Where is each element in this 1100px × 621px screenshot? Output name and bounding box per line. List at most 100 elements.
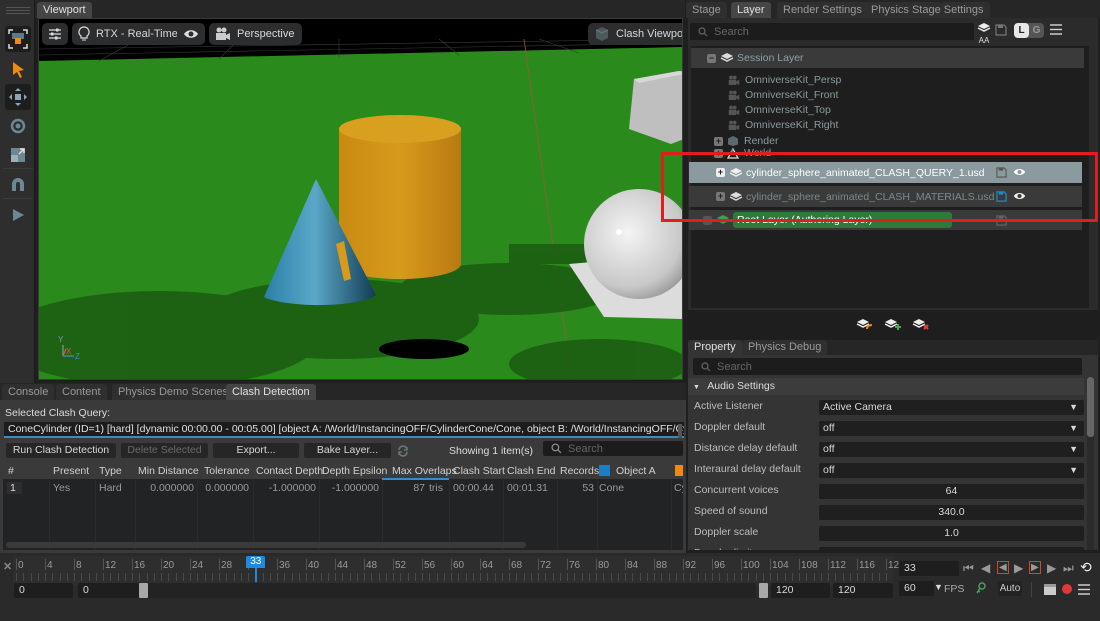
toolbar-grip[interactable] bbox=[6, 7, 30, 8]
toggle-global[interactable]: G bbox=[1029, 23, 1044, 38]
collapse-icon[interactable]: − bbox=[707, 53, 716, 63]
fps-field[interactable]: 60 bbox=[899, 581, 934, 596]
column-header-tolerance[interactable]: Tolerance bbox=[204, 465, 250, 477]
tab-physics-stage-settings[interactable]: Physics Stage Settings bbox=[865, 2, 990, 18]
loop-icon[interactable]: ⟲ bbox=[1080, 559, 1092, 576]
column-header-num[interactable]: # bbox=[8, 465, 14, 477]
column-header-records[interactable]: Records bbox=[560, 465, 599, 477]
property-scrollbar[interactable] bbox=[1087, 377, 1094, 550]
layer-options-button[interactable] bbox=[1050, 24, 1062, 38]
column-header-contact-depth[interactable]: Contact Depth bbox=[256, 465, 323, 477]
concurrent-voices-field[interactable]: 64 bbox=[819, 484, 1084, 499]
select-mode-button[interactable] bbox=[5, 26, 31, 52]
layer-row-world[interactable]: + World bbox=[691, 146, 771, 160]
distance-delay-dropdown[interactable]: off ▼ bbox=[819, 442, 1084, 457]
column-header-clash-start[interactable]: Clash Start bbox=[453, 465, 505, 477]
audio-settings-section-header[interactable]: ▼ Audio Settings bbox=[688, 378, 1084, 395]
step-forward-icon[interactable]: ▶ bbox=[1047, 561, 1056, 575]
playhead[interactable]: 33 bbox=[246, 556, 266, 568]
layer-search-input[interactable]: Search bbox=[690, 23, 974, 40]
auto-authoring-button[interactable]: AA bbox=[977, 22, 991, 45]
doppler-scale-field[interactable]: 1.0 bbox=[819, 526, 1084, 541]
save-icon[interactable] bbox=[996, 215, 1007, 226]
end-inner-field[interactable]: 120 bbox=[771, 583, 830, 598]
end-time-field[interactable]: 120 bbox=[833, 583, 893, 598]
property-search-input[interactable]: Search bbox=[693, 358, 1082, 375]
go-to-start-icon[interactable]: ⏮ bbox=[963, 561, 974, 576]
tab-physics-debug[interactable]: Physics Debug bbox=[742, 340, 828, 355]
expand-icon[interactable]: + bbox=[716, 168, 725, 177]
column-header-clash-end[interactable]: Clash End bbox=[507, 465, 555, 477]
clash-viewport-button[interactable]: Clash Viewport bbox=[588, 23, 682, 45]
add-layer-icon[interactable] bbox=[884, 317, 902, 331]
play-backward-icon[interactable]: ◀ bbox=[997, 561, 1009, 574]
column-header-present[interactable]: Present bbox=[53, 465, 89, 477]
run-clash-detection-button[interactable]: Run Clash Detection bbox=[6, 443, 116, 458]
active-listener-dropdown[interactable]: Active Camera ▼ bbox=[819, 400, 1084, 415]
play-tool-button[interactable] bbox=[5, 202, 31, 228]
record-icon[interactable] bbox=[1061, 583, 1073, 595]
play-forward-icon[interactable]: ▶ bbox=[1029, 561, 1041, 574]
doppler-limit-field[interactable] bbox=[819, 547, 1084, 550]
scrollbar-thumb[interactable] bbox=[1087, 377, 1094, 437]
local-global-toggle[interactable]: L G bbox=[1014, 23, 1044, 38]
layer-row-root[interactable]: Root Layer (Authoring Layer) bbox=[689, 210, 1082, 230]
column-header-object-a[interactable]: Object A bbox=[616, 465, 656, 477]
fps-dropdown-arrow-icon[interactable]: ▼ bbox=[934, 582, 943, 592]
auto-key-button[interactable]: Auto bbox=[998, 581, 1022, 596]
column-header-depth-epsilon[interactable]: Depth Epsilon bbox=[322, 465, 387, 477]
interaural-delay-dropdown[interactable]: off ▼ bbox=[819, 463, 1084, 478]
tab-console[interactable]: Console bbox=[2, 384, 55, 400]
visibility-button[interactable] bbox=[177, 23, 205, 45]
eye-icon[interactable] bbox=[1013, 191, 1026, 201]
range-slider-track[interactable] bbox=[139, 583, 756, 598]
remove-layer-icon[interactable] bbox=[912, 317, 930, 331]
column-header-type[interactable]: Type bbox=[99, 465, 122, 477]
layer-row-clash-query[interactable]: + cylinder_sphere_animated_CLASH_QUERY_1… bbox=[689, 162, 1082, 183]
rotate-tool-button[interactable] bbox=[5, 113, 31, 139]
step-back-icon[interactable]: ◀ bbox=[981, 561, 990, 575]
expand-icon[interactable]: + bbox=[714, 148, 723, 158]
tab-render-settings[interactable]: Render Settings bbox=[777, 2, 868, 18]
tab-property[interactable]: Property bbox=[688, 340, 742, 355]
query-scrollbar[interactable] bbox=[678, 424, 682, 438]
delete-selected-button[interactable]: Delete Selected bbox=[121, 443, 208, 458]
viewport[interactable]: Y X Z RTX - Real-Time Perspective Clash … bbox=[38, 18, 683, 380]
current-frame-field[interactable]: 33 bbox=[899, 561, 959, 576]
layer-row-clash-materials[interactable]: + cylinder_sphere_animated_CLASH_MATERIA… bbox=[689, 186, 1082, 207]
column-header-max-overlaps[interactable]: Max Overlaps bbox=[392, 465, 457, 477]
playhead-line[interactable] bbox=[255, 568, 258, 582]
select-tool-button[interactable] bbox=[5, 56, 31, 82]
save-all-button[interactable] bbox=[995, 24, 1007, 39]
clash-query-dropdown[interactable]: ConeCylinder (ID=1) [hard] [dynamic 00:0… bbox=[4, 422, 684, 438]
toggle-local[interactable]: L bbox=[1014, 23, 1029, 38]
camera-button[interactable]: Perspective bbox=[209, 23, 303, 45]
viewport-settings-button[interactable] bbox=[42, 23, 68, 45]
save-icon[interactable] bbox=[996, 167, 1007, 178]
table-horizontal-scrollbar[interactable] bbox=[6, 542, 526, 548]
export-button[interactable]: Export... bbox=[213, 443, 299, 458]
start-inner-field[interactable]: 0 bbox=[78, 583, 139, 598]
tab-content[interactable]: Content bbox=[56, 384, 107, 400]
go-to-end-icon[interactable]: ⏭ bbox=[1063, 561, 1074, 576]
bake-layer-button[interactable]: Bake Layer... bbox=[304, 443, 391, 458]
expand-icon[interactable]: + bbox=[716, 192, 725, 201]
column-header-min-distance[interactable]: Min Distance bbox=[138, 465, 199, 477]
timeline-ruler[interactable]: 0 4 8 12 16 20 24 28 36 40 44 48 52 56 60 64 68 72 76 80 84 8… bbox=[13, 556, 905, 586]
insert-layer-icon[interactable] bbox=[856, 317, 874, 331]
clash-search-input[interactable]: Search bbox=[543, 441, 683, 456]
tab-physics-demo-scenes[interactable]: Physics Demo Scenes bbox=[112, 384, 235, 400]
save-icon[interactable] bbox=[996, 191, 1007, 202]
tab-layer[interactable]: Layer bbox=[731, 2, 771, 18]
expand-icon[interactable] bbox=[703, 215, 712, 225]
scale-tool-button[interactable] bbox=[5, 142, 31, 168]
expand-icon[interactable]: + bbox=[714, 136, 723, 146]
refresh-icon[interactable] bbox=[397, 445, 409, 457]
speed-of-sound-field[interactable]: 340.0 bbox=[819, 505, 1084, 520]
tab-stage[interactable]: Stage bbox=[686, 2, 727, 18]
key-icon[interactable] bbox=[975, 582, 987, 595]
layer-row-session[interactable]: − Session Layer bbox=[691, 48, 1084, 68]
range-end-handle[interactable] bbox=[759, 583, 768, 598]
move-tool-button[interactable] bbox=[5, 84, 31, 110]
doppler-default-dropdown[interactable]: off ▼ bbox=[819, 421, 1084, 436]
